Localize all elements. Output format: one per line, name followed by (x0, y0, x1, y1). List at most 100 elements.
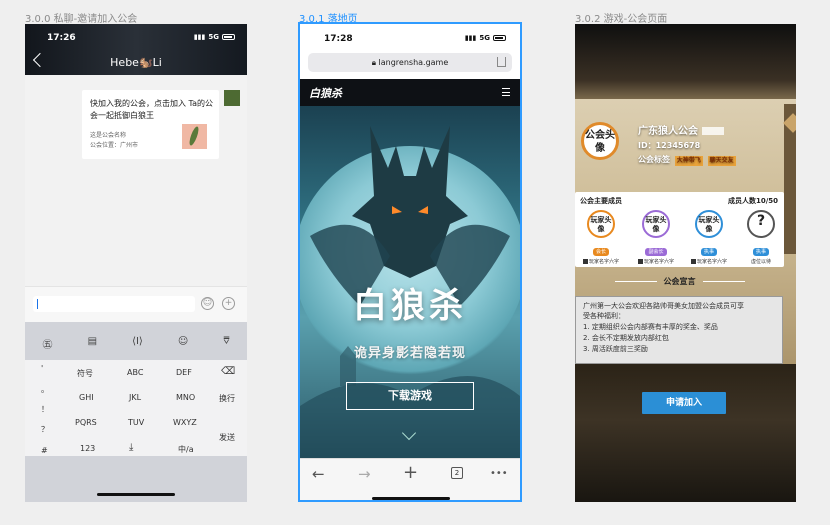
gem-icon[interactable] (783, 113, 796, 133)
declaration-title: 公会宣言 (663, 277, 696, 286)
status-time: 17:28 (324, 34, 353, 44)
status-bar: 17:28 ▮▮▮ 5G (300, 24, 520, 48)
forward-icon[interactable]: → (358, 465, 371, 483)
landing-screen: 17:28 ▮▮▮ 5G 🔒︎ langrensha.game 白狼杀 白狼杀 诡… (298, 22, 522, 502)
guild-name-text: 广东狼人公会 (638, 126, 698, 137)
key[interactable]: MNO (176, 393, 195, 402)
chat-input-bar: ☺ + (25, 286, 247, 322)
members-title: 公会主要成员 (580, 197, 622, 205)
key[interactable]: ！ (41, 404, 49, 415)
guild-id: ID：12345678 (638, 141, 701, 150)
key[interactable]: GHI (79, 393, 94, 402)
guild-tags: 公会标签 大神带飞 聊天交友 (638, 154, 736, 166)
back-icon[interactable]: ← (312, 465, 325, 483)
member-marker (637, 259, 643, 264)
key[interactable]: ⤓ (129, 442, 133, 453)
key[interactable]: ABC (127, 368, 143, 377)
member-item[interactable]: 玩家头像 副会长 玩家名字六字 (636, 210, 676, 265)
lock-icon: 🔒︎ (371, 58, 379, 67)
member-role-badge: 副会长 (645, 248, 667, 256)
member-marker (690, 259, 696, 264)
emoji-icon[interactable]: ☺ (201, 297, 214, 310)
url-text: langrensha.game (378, 58, 449, 67)
invite-thumbnail (182, 124, 207, 149)
members-count: 成员人数10/50 (727, 197, 778, 205)
text-caret (37, 299, 38, 309)
status-indicators: ▮▮▮ 5G (465, 34, 506, 42)
site-logo[interactable]: 白狼杀 (309, 85, 342, 101)
keyboard-tool-1[interactable]: ▤ (88, 336, 97, 351)
member-name: 虚位以待 (750, 259, 771, 265)
invite-guild-location: 公会位置：广州市 (90, 142, 139, 149)
home-indicator (97, 493, 175, 496)
keyboard-tool-3[interactable]: ☺ (178, 336, 188, 351)
menu-icon[interactable] (502, 88, 510, 96)
declaration-line: 1. 定期组织公会内部赛有丰厚的奖金、奖品 (583, 323, 718, 331)
key[interactable]: 中/a (178, 444, 194, 455)
key[interactable]: JKL (129, 393, 141, 402)
keyboard-tool-4[interactable]: ⩢ (223, 336, 229, 351)
declaration-line: 广州第一大公会欢迎各路帅哥美女加盟公会成员可享 (583, 302, 744, 310)
member-item[interactable]: 玩家头像 执事 玩家名字六字 (689, 210, 729, 265)
member-avatar: 玩家头像 (695, 210, 723, 238)
more-icon[interactable]: ••• (490, 468, 508, 479)
member-avatar: 玩家头像 (642, 210, 670, 238)
share-icon[interactable] (497, 57, 506, 67)
side-panel (783, 104, 796, 254)
plus-icon[interactable]: + (222, 297, 235, 310)
key[interactable]: WXYZ (173, 418, 197, 427)
top-shadow (575, 24, 796, 104)
status-indicators: ▮▮▮ 5G (194, 33, 235, 41)
newline-key[interactable]: 换行 (219, 393, 235, 404)
member-avatar: 玩家头像 (587, 210, 615, 238)
keyboard-keys: ' 。 ！ ？ # 符号 ABC DEF ⌫ GHI JKL MNO 换行 PQ… (25, 360, 247, 456)
declaration-line: 受各种福利： (583, 312, 625, 320)
member-marker (582, 259, 588, 264)
member-item[interactable]: 玩家头像 会长 玩家名字六字 (581, 210, 621, 265)
key[interactable]: DEF (176, 368, 192, 377)
guild-avatar: 公会头像 (581, 122, 619, 160)
key[interactable]: ' (41, 364, 43, 373)
declaration-box: 广州第一大公会欢迎各路帅哥美女加盟公会成员可享 受各种福利： 1. 定期组织公会… (575, 296, 783, 364)
guild-name: 广东狼人公会 (638, 122, 724, 137)
apply-join-button[interactable]: 申请加入 (642, 392, 726, 414)
status-bar: 17:26 ▮▮▮ 5G (25, 24, 247, 50)
network-label: 5G (208, 33, 219, 41)
key[interactable]: PQRS (75, 418, 97, 427)
key[interactable]: TUV (128, 418, 144, 427)
delete-key[interactable]: ⌫ (221, 366, 235, 377)
status-time: 17:26 (47, 33, 76, 43)
game-title: 白狼杀 (353, 286, 467, 326)
new-tab-icon[interactable]: + (403, 462, 418, 483)
send-key[interactable]: 发送 (219, 432, 235, 443)
keyboard-tool-0[interactable]: ㊄ (43, 336, 53, 351)
message-input[interactable] (33, 296, 195, 312)
signal-icon: ▮▮▮ (193, 33, 206, 41)
member-role-badge: 执事 (752, 248, 769, 256)
member-name: 玩家名字六字 (636, 258, 676, 265)
keyboard: ㊄ ▤ ⟨I⟩ ☺ ⩢ ' 。 ！ ？ # 符号 ABC DEF ⌫ GHI J… (25, 322, 247, 502)
key[interactable]: ？ (41, 424, 49, 435)
battery-icon (493, 35, 506, 41)
guild-tag: 聊天交友 (707, 156, 736, 166)
invite-guild-name: 这是公会名称 (90, 132, 127, 139)
chat-screen: 17:26 ▮▮▮ 5G Hebe🐿️Li 快加入我的公会，点击加入 Ta的公会一… (25, 24, 247, 502)
member-avatar: ? (747, 210, 775, 238)
tabs-count-icon[interactable]: 2 (451, 467, 463, 479)
member-name-text: 玩家名字六字 (643, 259, 674, 265)
key[interactable]: 符号 (77, 368, 93, 379)
network-label: 5G (479, 34, 490, 42)
keyboard-tool-2[interactable]: ⟨I⟩ (132, 336, 143, 351)
game-slogan: 诡异身影若隐若现 (353, 346, 466, 361)
download-button[interactable]: 下载游戏 (346, 382, 474, 410)
avatar[interactable] (224, 90, 240, 106)
declaration-line: 3. 周活跃度前三奖励 (583, 345, 648, 353)
key[interactable]: 。 (41, 384, 49, 395)
address-bar[interactable]: 🔒︎ langrensha.game (308, 53, 512, 72)
guild-invite-card[interactable]: 快加入我的公会，点击加入 Ta的公会一起抵御白狼王 这是公会名称 公会位置：广州… (82, 90, 219, 159)
key[interactable]: 123 (80, 444, 95, 453)
browser-toolbar: ← → + 2 ••• (300, 458, 520, 500)
key[interactable]: # (41, 446, 48, 455)
caption-private-chat: 3.0.0 私聊-邀请加入公会 (25, 14, 138, 25)
member-item[interactable]: ? 执事 虚位以待 (741, 210, 781, 265)
